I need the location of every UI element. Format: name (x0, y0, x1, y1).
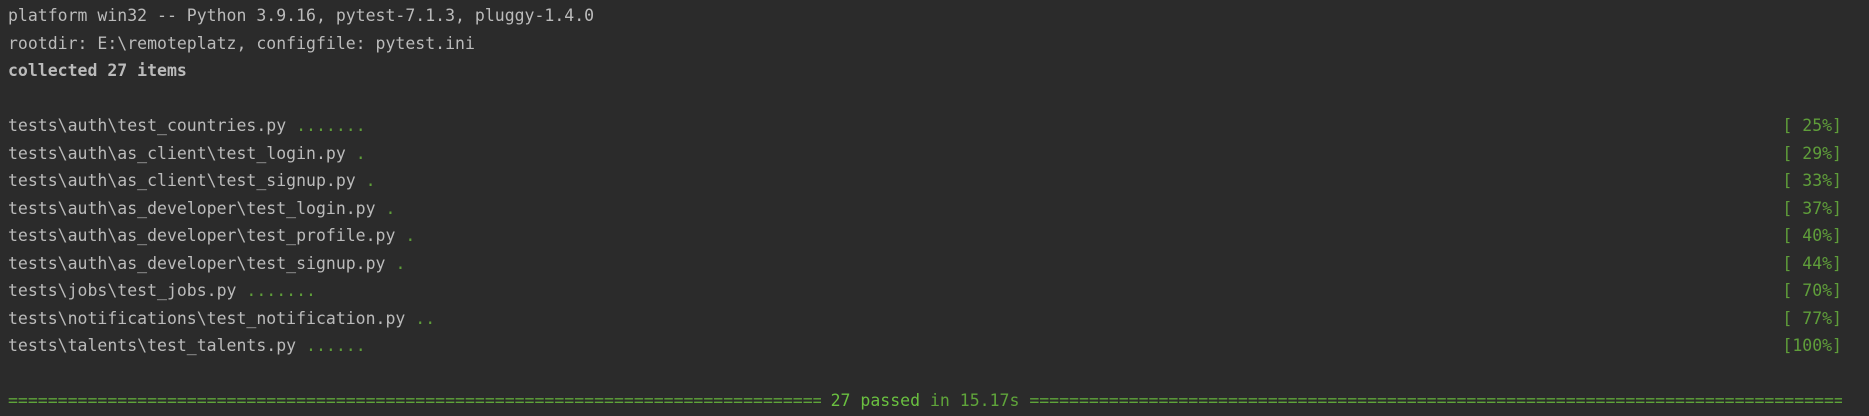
test-progress-dots: ....... (296, 116, 366, 135)
test-progress-dots: ....... (246, 281, 316, 300)
result-row: tests\auth\as_client\test_signup.py . [ … (8, 167, 1842, 195)
result-row: tests\auth\test_countries.py ....... [ 2… (8, 112, 1842, 140)
result-row: tests\auth\as_developer\test_login.py . … (8, 195, 1842, 223)
test-file-path: tests\notifications\test_notification.py (8, 308, 406, 328)
result-row: tests\notifications\test_notification.py… (8, 305, 1842, 333)
summary-separator-right (1029, 387, 1842, 415)
test-file-path: tests\auth\as_developer\test_signup.py (8, 253, 386, 273)
progress-percent: [ 44%] (1782, 253, 1842, 273)
test-progress-dots: .. (415, 308, 436, 328)
passed-count: 27 passed (830, 391, 921, 410)
test-progress-dots: . (385, 198, 396, 218)
test-file-path: tests\auth\test_countries.py (8, 116, 287, 135)
test-file-path: tests\talents\test_talents.py (8, 336, 297, 355)
test-file-path: tests\jobs\test_jobs.py (8, 281, 237, 300)
platform-line: platform win32 -- Python 3.9.16, pytest-… (8, 2, 1842, 30)
rootdir-text: rootdir: E:\remoteplatz, configfile: pyt… (8, 33, 475, 53)
collected-line: collected 27 items (8, 57, 1842, 85)
rootdir-line: rootdir: E:\remoteplatz, configfile: pyt… (8, 30, 1842, 58)
test-progress-dots: . (355, 143, 366, 163)
platform-text: platform win32 -- Python 3.9.16, pytest-… (8, 6, 595, 25)
result-row: tests\jobs\test_jobs.py ....... [ 70%] (8, 277, 1842, 305)
test-progress-dots: . (405, 226, 416, 245)
summary-separator-left (8, 387, 821, 415)
test-file-path: tests\auth\as_client\test_login.py (8, 143, 346, 163)
summary-line: 27 passed in 15.17s (8, 387, 1842, 415)
progress-percent: [ 25%] (1782, 116, 1842, 135)
collected-text: collected 27 items (8, 61, 187, 80)
progress-percent: [ 37%] (1782, 198, 1842, 218)
result-row: tests\auth\as_developer\test_signup.py .… (8, 250, 1842, 278)
progress-percent: [ 40%] (1782, 226, 1842, 245)
test-progress-dots: . (365, 171, 376, 190)
result-row: tests\auth\as_developer\test_profile.py … (8, 222, 1842, 250)
result-row: tests\talents\test_talents.py ...... [10… (8, 332, 1842, 360)
test-file-path: tests\auth\as_developer\test_profile.py (8, 226, 396, 245)
progress-percent: [ 29%] (1782, 143, 1842, 163)
duration-text: in 15.17s (929, 391, 1020, 410)
test-progress-dots: ...... (306, 336, 366, 355)
test-file-path: tests\auth\as_developer\test_login.py (8, 198, 376, 218)
progress-percent: [ 33%] (1782, 171, 1842, 190)
test-file-path: tests\auth\as_client\test_signup.py (8, 171, 356, 190)
progress-percent: [ 70%] (1782, 281, 1842, 300)
progress-percent: [ 77%] (1782, 308, 1842, 328)
test-progress-dots: . (395, 253, 406, 273)
terminal-output: platform win32 -- Python 3.9.16, pytest-… (0, 0, 1869, 416)
progress-percent: [100%] (1782, 336, 1842, 355)
result-row: tests\auth\as_client\test_login.py . [ 2… (8, 140, 1842, 168)
